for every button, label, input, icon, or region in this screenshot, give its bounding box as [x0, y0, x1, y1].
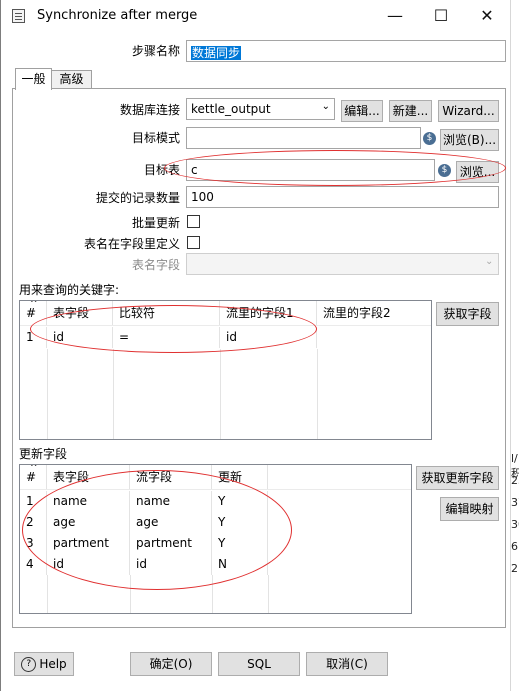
update-col-update[interactable]: 更新: [212, 465, 268, 489]
batch-update-checkbox[interactable]: [187, 215, 200, 228]
target-schema-input[interactable]: [186, 127, 421, 149]
table-row-num: 2: [20, 512, 47, 533]
table-cell[interactable]: [317, 327, 431, 348]
tab-general[interactable]: 一般: [15, 68, 52, 90]
table-name-field-label: 表名字段: [131, 258, 180, 272]
background-text: 6: [511, 540, 518, 553]
target-schema-label: 目标模式: [131, 131, 180, 145]
connection-select[interactable]: kettle_output ⌄: [186, 98, 335, 120]
wizard-button[interactable]: Wizard...: [438, 100, 499, 122]
table-cell[interactable]: age: [130, 512, 212, 533]
keys-section-label: 用来查询的关键字:: [19, 283, 120, 297]
help-button[interactable]: ? Help: [14, 652, 74, 676]
table-name-field-select[interactable]: [186, 253, 499, 275]
cancel-button[interactable]: 取消(C): [306, 652, 388, 676]
step-name-value: 数据同步: [191, 46, 242, 60]
table-cell[interactable]: id: [130, 554, 212, 575]
table-row-num: 3: [20, 533, 47, 554]
window-title: Synchronize after merge: [37, 8, 198, 23]
table-row-num: 4: [20, 554, 47, 575]
background-app-strip: [510, 0, 519, 691]
table-cell[interactable]: partment: [47, 533, 130, 554]
table-cell[interactable]: N: [212, 554, 268, 575]
help-icon: ?: [21, 657, 37, 672]
connection-value: kettle_output: [191, 102, 271, 116]
table-cell[interactable]: Y: [212, 512, 268, 533]
update-section-label: 更新字段: [19, 447, 68, 461]
browse-schema-button[interactable]: 浏览(B)...: [440, 129, 499, 151]
step-name-label: 步骤名称: [131, 44, 180, 58]
title-bar: Synchronize after merge — ☐ ✕: [1, 0, 510, 32]
edit-connection-button[interactable]: 编辑...: [341, 100, 383, 122]
background-text: 30: [511, 518, 519, 531]
update-col-num: #: [20, 465, 47, 489]
target-table-input[interactable]: c: [186, 159, 435, 181]
table-name-in-field-label: 表名在字段里定义: [83, 237, 180, 251]
keys-table: ^ # 表字段 比较符 流里的字段1 流里的字段2 1 id = id: [19, 300, 432, 440]
table-cell[interactable]: age: [47, 512, 130, 533]
document-icon: [12, 9, 25, 23]
table-cell[interactable]: id: [220, 327, 317, 348]
sql-button[interactable]: SQL: [218, 652, 300, 676]
get-update-fields-button[interactable]: 获取更新字段: [416, 466, 499, 490]
keys-col-stream-field1[interactable]: 流里的字段1: [220, 301, 317, 325]
maximize-button[interactable]: ☐: [418, 0, 464, 32]
table-cell[interactable]: partment: [130, 533, 212, 554]
keys-col-table-field[interactable]: 表字段: [47, 301, 113, 325]
keys-col-comparator[interactable]: 比较符: [113, 301, 220, 325]
background-text: 37: [511, 496, 519, 509]
background-text: 2: [511, 562, 518, 575]
target-table-label: 目标表: [143, 163, 180, 177]
connection-label: 数据库连接: [119, 103, 180, 117]
table-row-num: 1: [20, 491, 47, 512]
variable-icon: $: [438, 164, 451, 177]
chevron-down-icon: ⌄: [485, 256, 494, 267]
table-cell[interactable]: Y: [212, 533, 268, 554]
ok-button[interactable]: 确定(O): [130, 652, 212, 676]
browse-table-button[interactable]: 浏览...: [456, 161, 499, 183]
edit-mapping-button[interactable]: 编辑映射: [440, 497, 499, 521]
keys-col-stream-field2[interactable]: 流里的字段2: [317, 301, 431, 325]
step-name-input[interactable]: 数据同步: [186, 40, 506, 62]
get-fields-button[interactable]: 获取字段: [436, 302, 499, 326]
new-connection-button[interactable]: 新建...: [389, 100, 432, 122]
commit-size-input[interactable]: 100: [186, 186, 499, 208]
table-row-num: 1: [20, 327, 47, 348]
chevron-down-icon: ⌄: [321, 101, 330, 112]
minimize-button[interactable]: —: [372, 0, 418, 32]
background-text: 25: [511, 474, 519, 487]
batch-update-label: 批量更新: [131, 216, 180, 230]
table-cell[interactable]: name: [130, 491, 212, 512]
help-button-label: Help: [39, 657, 67, 671]
keys-col-num: #: [20, 301, 47, 325]
close-button[interactable]: ✕: [464, 0, 510, 32]
table-cell[interactable]: =: [113, 327, 220, 348]
update-col-stream-field[interactable]: 流字段: [130, 465, 212, 489]
tab-advanced[interactable]: 高级: [52, 70, 92, 89]
update-col-table-field[interactable]: 表字段: [47, 465, 130, 489]
table-cell[interactable]: name: [47, 491, 130, 512]
table-name-in-field-checkbox[interactable]: [187, 236, 200, 249]
commit-size-label: 提交的记录数量: [95, 191, 180, 205]
table-cell[interactable]: Y: [212, 491, 268, 512]
table-cell[interactable]: id: [47, 554, 130, 575]
table-cell[interactable]: id: [47, 327, 113, 348]
variable-icon: $: [423, 132, 436, 145]
update-table: ^ # 表字段 流字段 更新 1 name name Y 2 age age Y…: [19, 464, 412, 614]
